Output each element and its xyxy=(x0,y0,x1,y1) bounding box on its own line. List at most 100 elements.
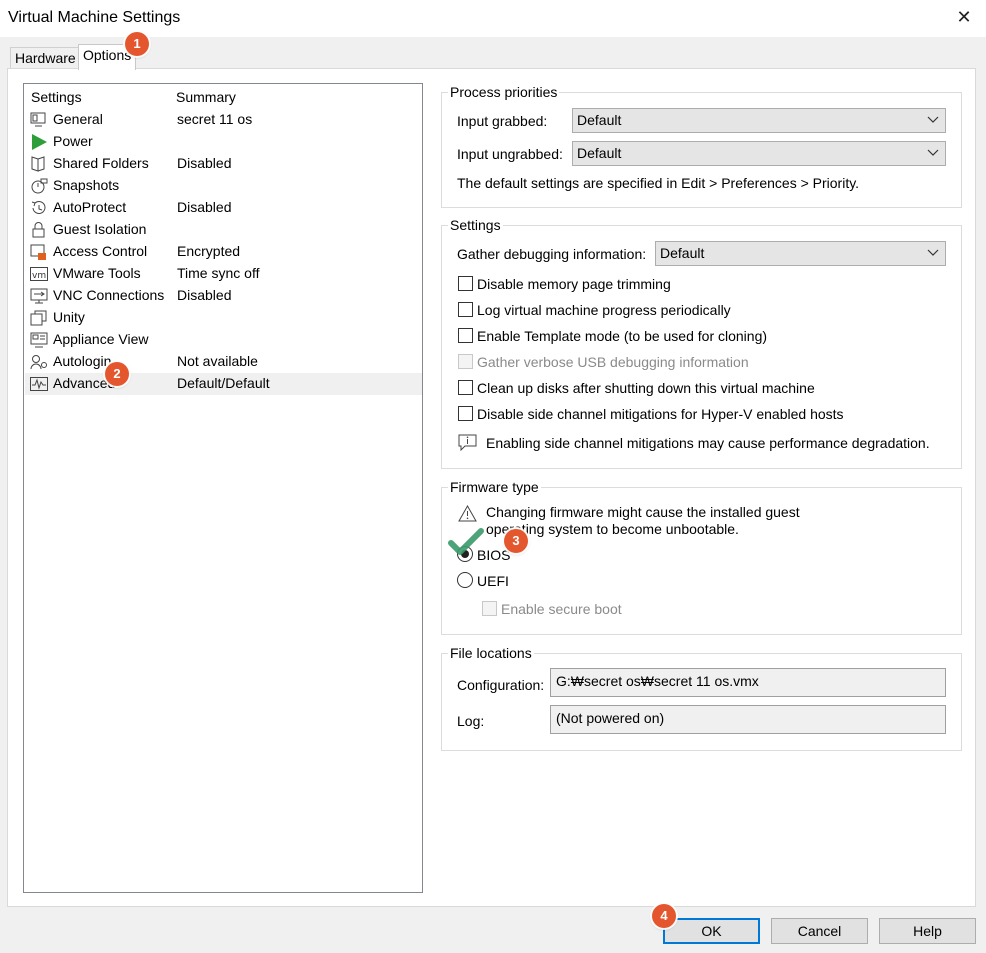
appliance-icon xyxy=(30,332,48,348)
template-mode-label[interactable]: Enable Template mode (to be used for clo… xyxy=(477,328,767,344)
close-icon[interactable]: ✕ xyxy=(954,6,974,28)
clean-up-disks-checkbox[interactable] xyxy=(458,380,473,395)
item-summary: Disabled xyxy=(177,287,232,303)
list-item-autoprotect[interactable]: AutoProtect Disabled xyxy=(25,197,422,219)
autologin-icon xyxy=(30,355,47,370)
step-badge-3: 3 xyxy=(504,529,528,553)
item-summary: secret 11 os xyxy=(177,111,253,127)
list-item-snapshots[interactable]: Snapshots xyxy=(25,175,422,197)
title-bar: Virtual Machine Settings ✕ xyxy=(0,0,986,37)
vnc-icon xyxy=(30,288,48,304)
item-summary: Disabled xyxy=(177,199,232,215)
secure-boot-label: Enable secure boot xyxy=(501,601,622,617)
item-name: AutoProtect xyxy=(53,199,127,215)
tab-hardware[interactable]: Hardware xyxy=(10,47,81,69)
item-name: Access Control xyxy=(53,243,148,259)
clean-up-disks-label[interactable]: Clean up disks after shutting down this … xyxy=(477,380,815,396)
usb-debugging-label: Gather verbose USB debugging information xyxy=(477,354,749,370)
uefi-radio[interactable] xyxy=(457,572,473,588)
play-icon xyxy=(32,134,47,150)
configuration-label: Configuration: xyxy=(457,677,545,693)
item-summary: Time sync off xyxy=(177,265,260,281)
secure-boot-checkbox xyxy=(482,601,497,616)
configuration-path-field[interactable]: G:₩secret os₩secret 11 os.vmx xyxy=(550,668,946,697)
settings-group-title: Settings xyxy=(448,217,503,233)
monitor-icon xyxy=(30,112,46,127)
access-control-icon xyxy=(30,244,46,260)
log-progress-checkbox[interactable] xyxy=(458,302,473,317)
item-name: Power xyxy=(53,133,93,149)
list-item-access-control[interactable]: Access Control Encrypted xyxy=(25,241,422,263)
list-item-unity[interactable]: Unity xyxy=(25,307,422,329)
ok-button[interactable]: OK xyxy=(663,918,760,944)
item-name: VNC Connections xyxy=(53,287,165,303)
priority-note: The default settings are specified in Ed… xyxy=(457,175,860,191)
item-name: Unity xyxy=(53,309,85,325)
process-priorities-title: Process priorities xyxy=(448,84,560,100)
unity-icon xyxy=(30,310,47,326)
input-ungrabbed-value: Default xyxy=(577,145,622,161)
side-channel-info-note: Enabling side channel mitigations may ca… xyxy=(486,435,930,451)
summary-column-header: Summary xyxy=(176,89,236,105)
clock-icon xyxy=(31,201,46,214)
vm-icon: vm xyxy=(30,267,48,281)
item-summary: Not available xyxy=(177,353,258,369)
item-name: Appliance View xyxy=(53,331,149,347)
list-item-general[interactable]: General secret 11 os xyxy=(25,109,422,131)
list-item-vnc-connections[interactable]: VNC Connections Disabled xyxy=(25,285,422,307)
file-locations-title: File locations xyxy=(448,645,534,661)
window-title: Virtual Machine Settings xyxy=(8,9,181,26)
input-ungrabbed-label: Input ungrabbed: xyxy=(457,146,563,162)
settings-list[interactable]: Settings Summary General secret 11 os Po… xyxy=(23,83,423,893)
folder-icon xyxy=(31,156,45,172)
input-grabbed-value: Default xyxy=(577,112,622,128)
debug-info-select[interactable]: Default xyxy=(655,241,946,266)
item-name: Shared Folders xyxy=(53,155,149,171)
firmware-group-title: Firmware type xyxy=(448,479,541,495)
template-mode-checkbox[interactable] xyxy=(458,328,473,343)
item-name: General xyxy=(53,111,103,127)
list-item-appliance-view[interactable]: Appliance View xyxy=(25,329,422,351)
list-item-vmware-tools[interactable]: vm VMware Tools Time sync off xyxy=(25,263,422,285)
log-path-field[interactable]: (Not powered on) xyxy=(550,705,946,734)
item-summary: Default/Default xyxy=(177,375,270,391)
item-name: Guest Isolation xyxy=(53,221,147,237)
chevron-down-icon xyxy=(927,116,939,123)
item-summary: Encrypted xyxy=(177,243,241,259)
firmware-warning-line1: Changing firmware might cause the instal… xyxy=(486,504,800,520)
chevron-down-icon xyxy=(927,249,939,256)
disable-memory-trimming-label[interactable]: Disable memory page trimming xyxy=(477,276,671,292)
list-item-advanced[interactable]: Advanced Default/Default xyxy=(25,373,422,395)
list-item-guest-isolation[interactable]: Guest Isolation xyxy=(25,219,422,241)
step-badge-2: 2 xyxy=(105,362,129,386)
uefi-label[interactable]: UEFI xyxy=(477,573,509,589)
input-grabbed-label: Input grabbed: xyxy=(457,113,548,129)
debug-info-label: Gather debugging information: xyxy=(457,246,647,262)
advanced-icon xyxy=(30,377,48,391)
disable-memory-trimming-checkbox[interactable] xyxy=(458,276,473,291)
chevron-down-icon xyxy=(927,149,939,156)
item-name: VMware Tools xyxy=(53,265,141,281)
help-button[interactable]: Help xyxy=(879,918,976,944)
debug-info-value: Default xyxy=(660,245,705,261)
snapshot-icon xyxy=(31,178,48,194)
disable-side-channel-checkbox[interactable] xyxy=(458,406,473,421)
settings-column-header: Settings xyxy=(31,89,82,105)
list-item-autologin[interactable]: Autologin Not available xyxy=(25,351,422,373)
info-icon xyxy=(458,434,477,451)
lock-icon xyxy=(32,222,45,238)
input-ungrabbed-select[interactable]: Default xyxy=(572,141,946,166)
disable-side-channel-label[interactable]: Disable side channel mitigations for Hyp… xyxy=(477,406,844,422)
item-summary: Disabled xyxy=(177,155,232,171)
item-name: Autologin xyxy=(53,353,112,369)
log-label: Log: xyxy=(457,713,485,729)
step-badge-4: 4 xyxy=(652,904,676,928)
list-item-shared-folders[interactable]: Shared Folders Disabled xyxy=(25,153,422,175)
step-badge-1: 1 xyxy=(125,32,149,56)
cancel-button[interactable]: Cancel xyxy=(771,918,868,944)
log-progress-label[interactable]: Log virtual machine progress periodicall… xyxy=(477,302,731,318)
list-item-power[interactable]: Power xyxy=(25,131,422,153)
svg-text:vm: vm xyxy=(32,271,46,281)
input-grabbed-select[interactable]: Default xyxy=(572,108,946,133)
usb-debugging-checkbox xyxy=(458,354,473,369)
